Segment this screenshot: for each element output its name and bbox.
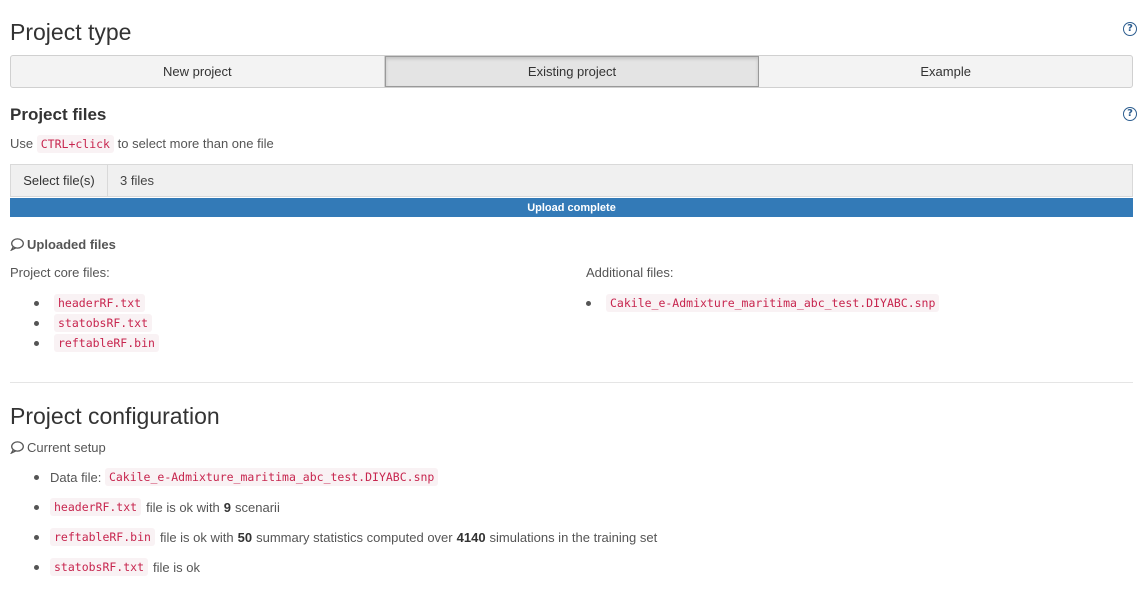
new-project-button[interactable]: New project: [11, 56, 385, 87]
simulations-count: 4140: [456, 529, 486, 545]
current-setup-list: Data file: Cakile_e-Admixture_maritima_a…: [10, 462, 657, 582]
comment-icon: [10, 441, 24, 454]
current-setup-heading: Current setup: [10, 440, 106, 455]
project-files-title: Project files: [10, 105, 107, 124]
statobs-file-name: statobsRF.txt: [50, 558, 149, 576]
list-item: reftableRF.bin file is ok with 50 summar…: [10, 522, 657, 552]
example-button[interactable]: Example: [759, 56, 1132, 87]
list-item: Cakile_e-Admixture_maritima_abc_test.DIY…: [562, 293, 940, 313]
select-files-button[interactable]: Select file(s): [11, 165, 108, 196]
core-file-statobs: statobsRF.txt: [54, 314, 153, 332]
additional-files-label: Additional files:: [586, 265, 674, 280]
selected-files-text: 3 files: [120, 173, 154, 188]
existing-project-button[interactable]: Existing project: [384, 56, 760, 87]
list-item: headerRF.txt: [10, 293, 159, 313]
additional-files-list: Cakile_e-Admixture_maritima_abc_test.DIY…: [562, 293, 940, 313]
core-files-label: Project core files:: [10, 265, 110, 280]
question-circle-icon[interactable]: ?: [1123, 107, 1137, 121]
reftable-file-name: reftableRF.bin: [50, 528, 155, 546]
upload-progress-bar: Upload complete: [10, 198, 1133, 217]
core-file-reftable: reftableRF.bin: [54, 334, 159, 352]
project-configuration-title: Project configuration: [10, 403, 220, 429]
ctrl-click-key: CTRL+click: [36, 135, 114, 153]
core-file-header: headerRF.txt: [54, 294, 146, 312]
uploaded-files-heading: Uploaded files: [10, 237, 116, 252]
section-divider: [10, 382, 1133, 383]
project-type-title: Project type: [10, 19, 132, 45]
list-item: headerRF.txt file is ok with 9 scenarii: [10, 492, 657, 522]
header-file-name: headerRF.txt: [50, 498, 142, 516]
summary-stats-count: 50: [237, 529, 253, 545]
project-type-selector: New project Existing project Example: [10, 55, 1133, 88]
list-item: statobsRF.txt: [10, 313, 159, 333]
file-input: Select file(s) 3 files: [10, 164, 1133, 197]
list-item: reftableRF.bin: [10, 333, 159, 353]
comment-icon: [10, 238, 24, 251]
scenarii-count: 9: [223, 499, 232, 515]
upload-status-label: Upload complete: [527, 201, 616, 214]
list-item: Data file: Cakile_e-Admixture_maritima_a…: [10, 462, 657, 492]
multi-select-hint: Use CTRL+click to select more than one f…: [10, 135, 274, 153]
data-file-name: Cakile_e-Admixture_maritima_abc_test.DIY…: [104, 468, 439, 486]
additional-file-snp: Cakile_e-Admixture_maritima_abc_test.DIY…: [606, 294, 940, 312]
question-circle-icon[interactable]: ?: [1123, 22, 1137, 36]
core-files-list: headerRF.txt statobsRF.txt reftableRF.bi…: [10, 293, 159, 353]
list-item: statobsRF.txt file is ok: [10, 552, 657, 582]
upload-progress-fill: Upload complete: [10, 198, 1133, 217]
